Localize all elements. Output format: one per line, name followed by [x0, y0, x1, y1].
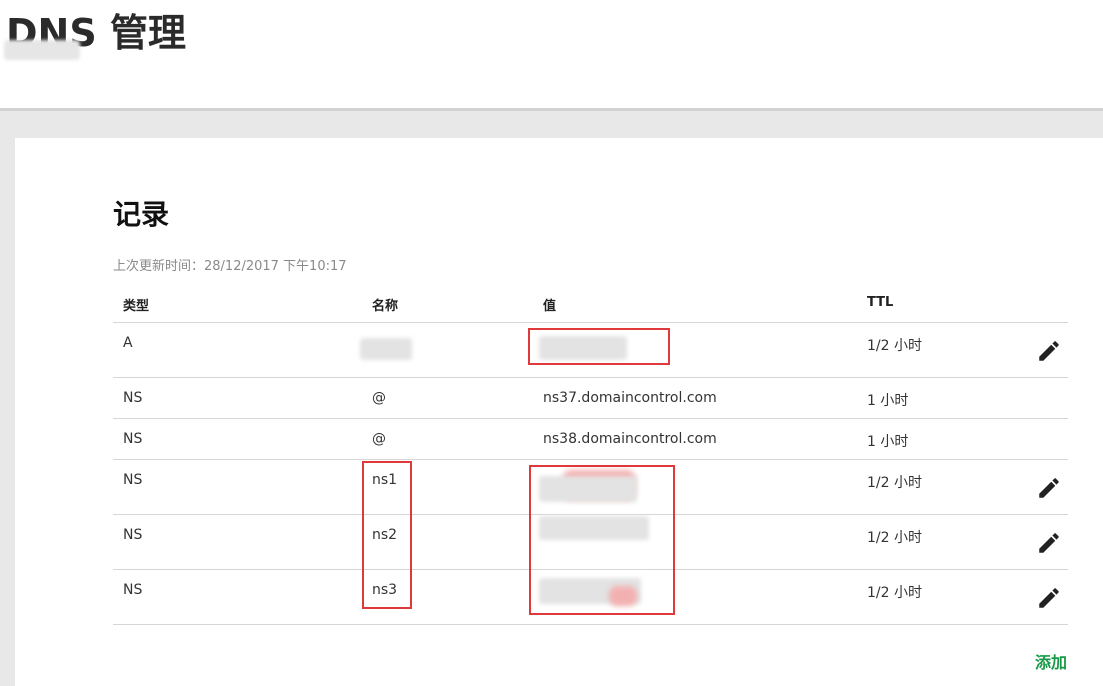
page-header: DNS 管理 [0, 0, 1103, 108]
highlight-box [529, 465, 675, 615]
add-record-link[interactable]: 添加 [1035, 649, 1067, 673]
last-updated-text: 上次更新时间：28/12/2017 下午10:17 [113, 259, 347, 274]
pencil-icon[interactable] [1036, 530, 1062, 556]
record-type: NS [123, 527, 143, 543]
record-ttl: 1/2 小时 [867, 338, 922, 354]
column-header-name: 名称 [372, 299, 399, 314]
record-value: ns38.domaincontrol.com [543, 431, 717, 447]
record-ttl: 1 小时 [867, 393, 909, 409]
column-header-value: 值 [543, 299, 557, 314]
highlight-box [362, 461, 412, 609]
record-name: @ [372, 431, 386, 447]
record-type: NS [123, 472, 143, 488]
record-ttl: 1/2 小时 [867, 530, 922, 546]
row-divider [113, 377, 1068, 378]
pencil-icon[interactable] [1036, 585, 1062, 611]
column-header-ttl: TTL [867, 295, 894, 310]
record-type: NS [123, 582, 143, 598]
redacted-name [360, 338, 412, 360]
redacted-domain [4, 40, 80, 60]
pencil-icon[interactable] [1036, 338, 1062, 364]
pencil-icon[interactable] [1036, 475, 1062, 501]
record-type: NS [123, 431, 143, 447]
row-divider [113, 418, 1068, 419]
record-type: A [123, 335, 133, 351]
row-divider [113, 322, 1068, 323]
record-name: @ [372, 390, 386, 406]
column-header-type: 类型 [123, 299, 150, 314]
row-divider [113, 459, 1068, 460]
record-value: ns37.domaincontrol.com [543, 390, 717, 406]
record-type: NS [123, 390, 143, 406]
record-ttl: 1/2 小时 [867, 585, 922, 601]
records-card: 记录 上次更新时间：28/12/2017 下午10:17 类型 名称 值 TTL… [15, 138, 1103, 686]
record-ttl: 1/2 小时 [867, 475, 922, 491]
row-divider [113, 624, 1068, 625]
section-title: 记录 [113, 198, 170, 231]
highlight-box [528, 328, 670, 365]
record-ttl: 1 小时 [867, 434, 909, 450]
